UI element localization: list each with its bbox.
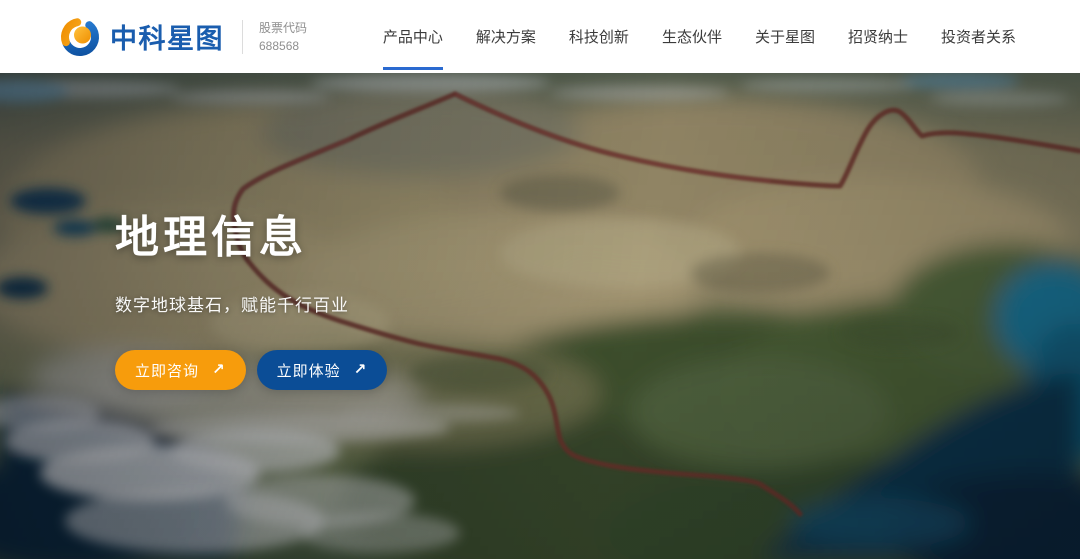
try-now-label: 立即体验: [277, 360, 341, 381]
geovis-logo-icon: [58, 16, 102, 58]
nav-item-investors[interactable]: 投资者关系: [941, 0, 1016, 73]
hero-content: 地理信息 数字地球基石，赋能千行百业 立即咨询 ↗ 立即体验 ↗: [115, 201, 387, 390]
arrow-up-right-icon: ↗: [354, 362, 368, 377]
logo[interactable]: 中科星图: [58, 16, 224, 58]
stock-code-block: 股票代码 688568: [259, 19, 307, 55]
stock-code-label: 股票代码: [259, 19, 307, 37]
hero-subtitle: 数字地球基石，赋能千行百业: [115, 291, 387, 316]
main-nav: 产品中心 解决方案 科技创新 生态伙伴 关于星图 招贤纳士 投资者关系: [383, 0, 1016, 73]
hero-title: 地理信息: [115, 201, 387, 265]
nav-item-products[interactable]: 产品中心: [383, 0, 443, 73]
hero-buttons: 立即咨询 ↗ 立即体验 ↗: [115, 350, 387, 390]
try-now-button[interactable]: 立即体验 ↗: [257, 350, 388, 390]
consult-now-label: 立即咨询: [135, 360, 199, 381]
nav-item-solutions[interactable]: 解决方案: [476, 0, 536, 73]
nav-item-partners[interactable]: 生态伙伴: [662, 0, 722, 73]
header-divider: [242, 20, 243, 54]
nav-item-careers[interactable]: 招贤纳士: [848, 0, 908, 73]
nav-item-innovation[interactable]: 科技创新: [569, 0, 629, 73]
stock-code-value: 688568: [259, 37, 307, 55]
arrow-up-right-icon: ↗: [212, 362, 226, 377]
logo-text: 中科星图: [110, 17, 224, 56]
hero-banner: 地理信息 数字地球基石，赋能千行百业 立即咨询 ↗ 立即体验 ↗: [0, 73, 1080, 559]
nav-item-about[interactable]: 关于星图: [755, 0, 815, 73]
site-header: 中科星图 股票代码 688568 产品中心 解决方案 科技创新 生态伙伴 关于星…: [0, 0, 1080, 73]
consult-now-button[interactable]: 立即咨询 ↗: [115, 350, 246, 390]
